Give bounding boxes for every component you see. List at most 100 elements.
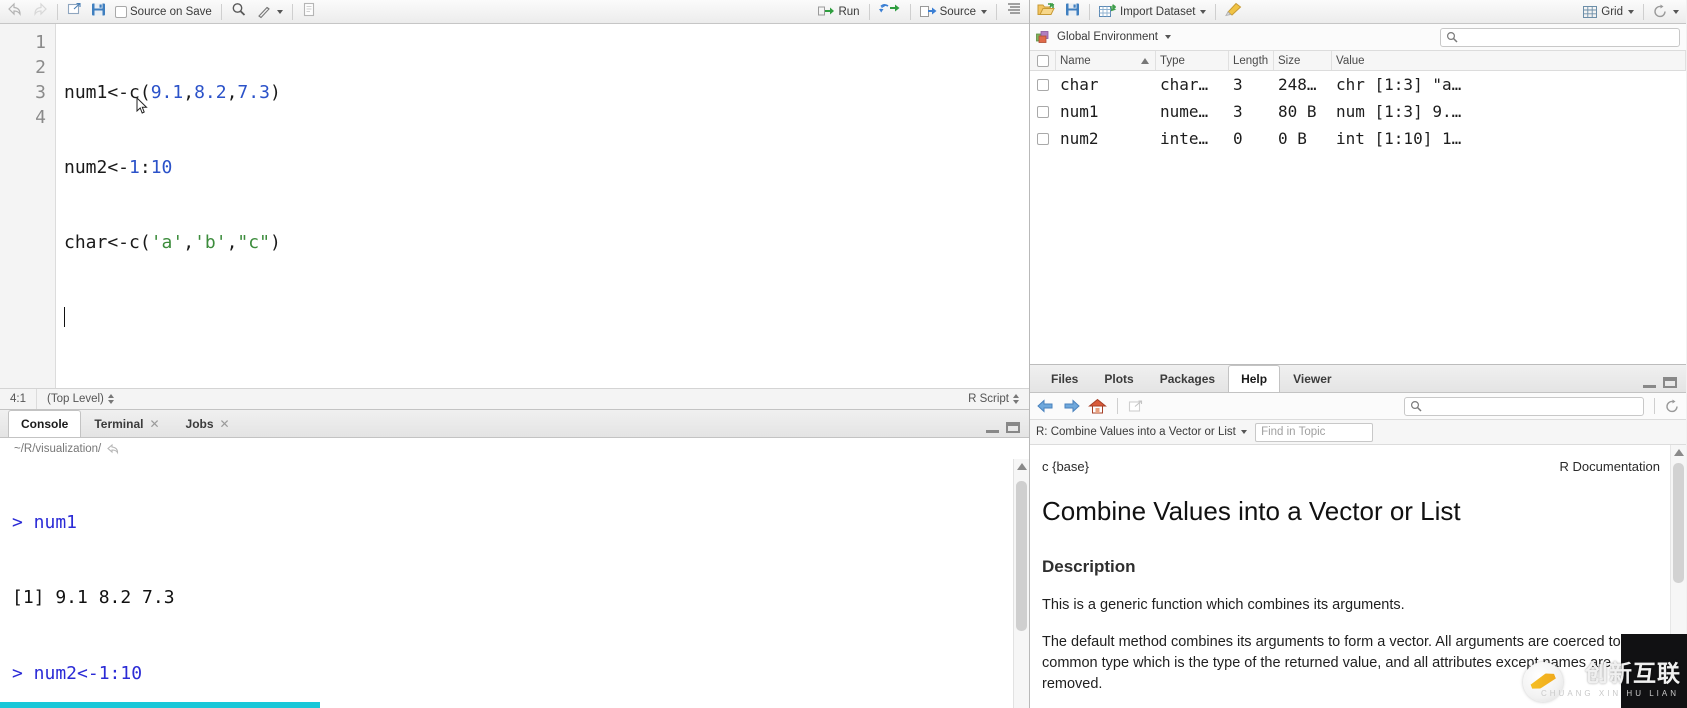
environment-search[interactable] <box>1440 27 1680 47</box>
chevron-down-icon[interactable] <box>981 9 987 14</box>
row-checkbox[interactable] <box>1030 98 1056 125</box>
tab-terminal[interactable]: Terminal ✕ <box>81 410 172 437</box>
table-row[interactable]: char char… 3 248… chr [1:3] "a… <box>1030 71 1686 98</box>
show-in-new-window-icon[interactable] <box>64 2 85 22</box>
tab-viewer-label: Viewer <box>1293 372 1332 386</box>
console-scrollbar[interactable] <box>1013 459 1029 708</box>
help-scrollbar[interactable] <box>1670 445 1686 708</box>
tab-viewer[interactable]: Viewer <box>1280 365 1344 392</box>
source-on-save-check-box-icon[interactable] <box>115 5 127 18</box>
tab-help[interactable]: Help <box>1228 365 1281 392</box>
forward-arrow-icon[interactable] <box>1062 398 1081 414</box>
maximize-pane-icon[interactable] <box>1006 422 1020 433</box>
tab-packages[interactable]: Packages <box>1147 365 1228 392</box>
environment-search-input[interactable] <box>1462 30 1674 44</box>
close-icon[interactable]: ✕ <box>220 417 230 431</box>
open-directory-icon[interactable] <box>106 443 119 455</box>
checkbox-icon[interactable] <box>1037 132 1049 145</box>
help-search-input[interactable] <box>1426 399 1638 413</box>
back-arrow-icon[interactable] <box>4 2 26 22</box>
editor-code[interactable]: num1<-c(9.1,8.2,7.3) num2<-1:10 char<-c(… <box>56 24 1029 388</box>
minimize-pane-icon[interactable] <box>1643 378 1656 388</box>
chevron-down-icon[interactable] <box>1200 9 1207 14</box>
editor-body[interactable]: 1 2 3 4 num1<-c(9.1,8.2,7.3) num2<-1:10 … <box>0 24 1029 388</box>
right-column: Import Dataset Grid Global Environment N… <box>136 0 1686 708</box>
scrollbar-thumb[interactable] <box>1673 463 1684 583</box>
column-header-value[interactable]: Value <box>1332 51 1686 70</box>
source-on-save-checkbox[interactable]: Source on Save <box>112 2 215 22</box>
console-working-directory[interactable]: ~/R/visualization/ <box>0 438 1029 459</box>
run-button[interactable]: Run <box>815 2 862 22</box>
line-number: 1 <box>35 32 46 53</box>
checkbox-icon[interactable] <box>1037 78 1049 91</box>
tab-plots[interactable]: Plots <box>1091 365 1146 392</box>
table-row[interactable]: num1 nume… 3 80 B num [1:3] 9.… <box>1030 98 1686 125</box>
forward-arrow-icon[interactable] <box>29 2 51 22</box>
source-button[interactable]: Source <box>917 2 990 22</box>
magnifier-icon[interactable] <box>228 2 250 22</box>
console-output[interactable]: > num1 [1] 9.1 8.2 7.3 > num2<-1:10 > nu… <box>0 459 1029 708</box>
column-header-size[interactable]: Size <box>1274 51 1332 70</box>
tab-console[interactable]: Console <box>8 410 82 437</box>
scroll-up-arrow-icon[interactable] <box>1674 449 1684 456</box>
line-number: 3 <box>35 82 46 103</box>
close-icon[interactable]: ✕ <box>149 417 159 431</box>
find-in-topic-input[interactable]: Find in Topic <box>1255 422 1374 442</box>
rerun-icon[interactable] <box>876 2 904 22</box>
checkbox-icon[interactable] <box>1037 105 1049 118</box>
home-icon[interactable] <box>1088 398 1107 415</box>
code-token: 9.1 <box>150 82 184 103</box>
grid-view-button[interactable]: Grid <box>1580 2 1637 22</box>
code-tools-button[interactable] <box>253 2 286 22</box>
editor-line-numbers: 1 2 3 4 <box>0 24 56 388</box>
scope-selector[interactable]: (Top Level) <box>37 389 124 409</box>
toolbar-separator <box>1089 3 1090 20</box>
document-type-selector[interactable]: R Script <box>958 389 1029 409</box>
help-search[interactable] <box>1404 396 1644 416</box>
sort-ascending-icon[interactable] <box>1141 57 1149 64</box>
help-title: Combine Values into a Vector or List <box>1042 496 1461 526</box>
chevron-down-icon[interactable] <box>1673 9 1679 14</box>
chevron-down-icon[interactable] <box>276 9 283 14</box>
back-arrow-icon[interactable] <box>1036 398 1055 414</box>
editor-toolbar: Source on Save Run Source <box>0 0 1029 24</box>
chevron-down-icon[interactable] <box>1241 430 1248 434</box>
clear-objects-icon[interactable] <box>1222 2 1245 22</box>
compile-report-icon[interactable] <box>299 2 319 22</box>
row-checkbox[interactable] <box>1030 125 1056 152</box>
help-document: c {base} R Documentation Combine Values … <box>1030 445 1686 708</box>
refresh-button[interactable] <box>1650 2 1682 22</box>
help-topic-selector[interactable]: R: Combine Values into a Vector or List <box>1036 426 1248 438</box>
chevron-down-icon[interactable] <box>1628 9 1634 14</box>
tab-terminal-label: Terminal <box>94 417 144 431</box>
show-in-new-window-icon[interactable] <box>1128 399 1144 414</box>
checkbox-icon[interactable] <box>1036 54 1049 67</box>
import-dataset-button[interactable]: Import Dataset <box>1096 2 1209 22</box>
table-row[interactable]: num2 inte… 0 0 B int [1:10] 1… <box>1030 125 1686 152</box>
save-workspace-icon[interactable] <box>1062 2 1083 22</box>
select-all-checkbox[interactable] <box>1030 51 1056 70</box>
code-token: ) <box>269 82 281 103</box>
document-outline-icon[interactable] <box>1003 2 1025 22</box>
code-tools-icon[interactable] <box>256 4 272 19</box>
tab-jobs[interactable]: Jobs ✕ <box>173 410 243 437</box>
tab-help-label: Help <box>1241 372 1268 386</box>
save-icon[interactable] <box>88 2 109 22</box>
column-header-type[interactable]: Type <box>1156 51 1229 70</box>
maximize-pane-icon[interactable] <box>1663 377 1677 388</box>
open-workspace-icon[interactable] <box>1034 2 1059 22</box>
minimize-pane-icon[interactable] <box>986 423 999 433</box>
row-checkbox[interactable] <box>1030 71 1056 98</box>
cell-size: 0 B <box>1278 129 1307 148</box>
scope-updown-icon[interactable] <box>107 394 114 404</box>
chevron-down-icon[interactable] <box>1165 35 1171 39</box>
refresh-help-icon[interactable] <box>1665 399 1680 414</box>
column-header-name[interactable]: Name <box>1056 51 1156 70</box>
tab-files-label: Files <box>1051 372 1079 386</box>
scrollbar-thumb[interactable] <box>1016 481 1027 631</box>
environment-scope-selector[interactable]: Global Environment <box>1036 30 1171 44</box>
tab-files[interactable]: Files <box>1038 365 1091 392</box>
doc-type-updown-icon[interactable] <box>1013 394 1019 404</box>
scroll-up-arrow-icon[interactable] <box>1017 463 1027 470</box>
column-header-length[interactable]: Length <box>1229 51 1274 70</box>
